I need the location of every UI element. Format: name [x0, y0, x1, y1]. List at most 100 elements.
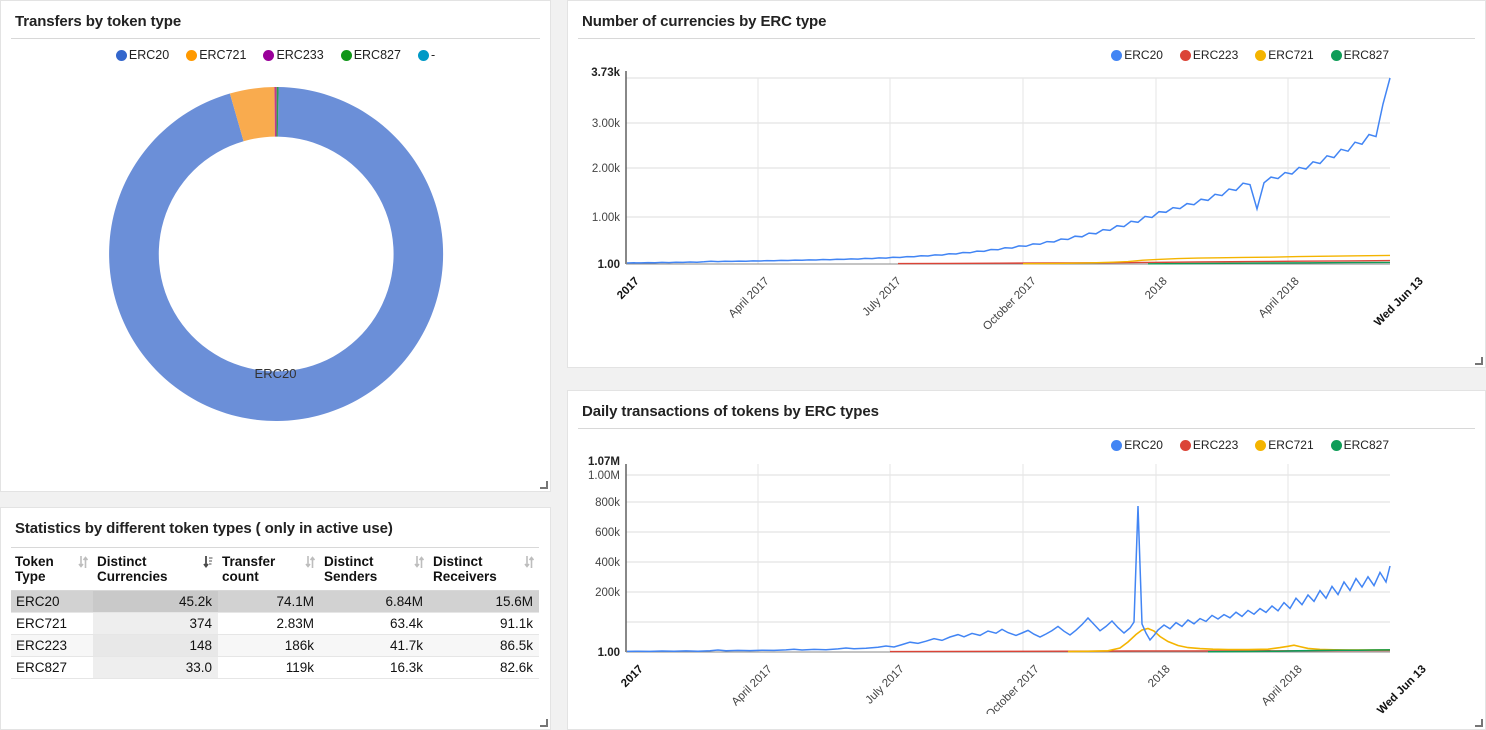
y-tick-1k: 1.00k: [592, 212, 620, 224]
y-tick-200k: 200k: [595, 587, 620, 599]
legend-label-erc827: ERC827: [1343, 48, 1389, 62]
svg-text:2018: 2018: [1143, 275, 1170, 302]
legend-dot-erc827: [1330, 439, 1342, 451]
y-tick-1m: 1.00M: [588, 470, 620, 482]
table-row[interactable]: ERC223 148 186k 41.7k 86.5k: [11, 634, 539, 657]
legend-dot-erc233: [263, 49, 275, 61]
table-header-row: Token Type Distinct Currencies Transfer …: [11, 547, 539, 591]
cell-token-type: ERC827: [11, 656, 93, 679]
cell-distinct-receivers: 15.6M: [429, 590, 539, 613]
cell-token-type: ERC721: [11, 612, 93, 635]
series-line-erc721[interactable]: [1067, 627, 1391, 653]
panel-statistics-by-token-type: Statistics by different token types ( on…: [0, 507, 551, 730]
legend-item-erc827[interactable]: ERC827: [1330, 438, 1389, 452]
legend-dot-erc20: [1111, 439, 1123, 451]
legend-item-erc721[interactable]: ERC721: [1255, 48, 1314, 62]
legend-dot-erc20: [1111, 49, 1123, 61]
legend-label-erc721: ERC721: [1268, 438, 1314, 452]
panel-transfers-by-token-type: Transfers by token type ERC20 ERC721 ERC…: [0, 0, 551, 492]
cell-transfer-count: 119k: [218, 656, 320, 679]
panel-title-transactions: Daily transactions of tokens by ERC type…: [582, 403, 879, 420]
cell-distinct-currencies: 45.2k: [93, 590, 218, 613]
legend-dot-erc223: [1179, 49, 1191, 61]
sort-icon-distinct-currencies-desc[interactable]: [203, 555, 213, 569]
panel-daily-transactions: Daily transactions of tokens by ERC type…: [567, 390, 1486, 730]
svg-text:2018: 2018: [1146, 663, 1173, 690]
column-label-transfer-count: Transfer count: [222, 554, 276, 584]
svg-text:April 2018: April 2018: [1257, 275, 1302, 320]
column-header-distinct-currencies[interactable]: Distinct Currencies: [93, 547, 218, 591]
y-tick-min: 1.00: [598, 647, 620, 659]
gridlines: [626, 474, 1390, 623]
transactions-legend: ERC20 ERC223 ERC721 ERC827: [568, 438, 1485, 452]
column-header-distinct-receivers[interactable]: Distinct Receivers: [429, 547, 539, 591]
panel-resize-handle[interactable]: [1473, 355, 1483, 365]
panel-resize-handle[interactable]: [1473, 717, 1483, 727]
panel-resize-handle[interactable]: [538, 717, 548, 727]
cell-distinct-receivers: 91.1k: [429, 612, 539, 635]
cell-transfer-count: 2.83M: [218, 612, 320, 635]
svg-text:Wed Jun 13: Wed Jun 13: [1375, 663, 1429, 714]
cell-distinct-receivers: 82.6k: [429, 656, 539, 679]
legend-item-erc20[interactable]: ERC20: [115, 48, 169, 62]
column-header-distinct-senders[interactable]: Distinct Senders: [320, 547, 429, 591]
sort-icon-distinct-senders[interactable]: [414, 555, 424, 569]
gridlines: [626, 77, 1390, 218]
cell-distinct-senders: 16.3k: [320, 656, 429, 679]
series-line-erc20[interactable]: [626, 505, 1391, 653]
table-row[interactable]: ERC721 374 2.83M 63.4k 91.1k: [11, 612, 539, 635]
legend-item-erc233[interactable]: ERC233: [263, 48, 324, 62]
divider: [578, 38, 1475, 39]
cell-transfer-count: 186k: [218, 634, 320, 657]
y-tick-max: 1.07M: [588, 456, 620, 468]
x-axis-labels: 2017 April 2017 July 2017 October 2017 2…: [619, 663, 1429, 714]
legend-label-erc721: ERC721: [199, 48, 247, 62]
legend-item-erc20[interactable]: ERC20: [1111, 48, 1163, 62]
currencies-line-chart[interactable]: 3.73k 3.00k 2.00k 1.00k 1.00 2017 April …: [568, 64, 1486, 344]
legend-label-erc223: ERC223: [1192, 48, 1239, 62]
series-line-erc20[interactable]: [626, 77, 1391, 264]
y-tick-400k: 400k: [595, 557, 620, 569]
y-tick-2k: 2.00k: [592, 163, 620, 175]
legend-item-erc721[interactable]: ERC721: [1255, 438, 1314, 452]
column-label-distinct-receivers: Distinct Receivers: [433, 554, 497, 584]
legend-item-erc827[interactable]: ERC827: [1330, 48, 1389, 62]
sort-icon-token-type[interactable]: [78, 555, 88, 569]
sort-icon-transfer-count[interactable]: [305, 555, 315, 569]
transactions-line-chart[interactable]: 1.07M 1.00M 800k 600k 400k 200k 1.00 201…: [568, 454, 1486, 714]
panel-title-statistics: Statistics by different token types ( on…: [15, 520, 393, 537]
panel-resize-handle[interactable]: [538, 479, 548, 489]
legend-item-erc20[interactable]: ERC20: [1111, 438, 1163, 452]
legend-item-other[interactable]: -: [417, 48, 435, 62]
svg-text:July 2017: July 2017: [860, 275, 903, 318]
legend-label-erc223: ERC223: [1192, 438, 1239, 452]
legend-dot-erc721: [1255, 49, 1267, 61]
statistics-table[interactable]: Token Type Distinct Currencies Transfer …: [11, 547, 539, 679]
table-row[interactable]: ERC20 45.2k 74.1M 6.84M 15.6M: [11, 590, 539, 613]
donut-chart[interactable]: ERC20: [1, 62, 550, 462]
donut-chart-svg[interactable]: [1, 62, 551, 462]
legend-item-erc223[interactable]: ERC223: [1179, 438, 1239, 452]
column-header-transfer-count[interactable]: Transfer count: [218, 547, 320, 591]
cell-distinct-currencies: 374: [93, 612, 218, 635]
cell-distinct-senders: 6.84M: [320, 590, 429, 613]
donut-slice-label: ERC20: [254, 366, 297, 381]
legend-dot-erc223: [1179, 439, 1191, 451]
x-axis-labels: 2017 April 2017 July 2017 October 2017 2…: [615, 275, 1426, 333]
sort-icon-distinct-receivers[interactable]: [524, 555, 534, 569]
legend-dot-other: [417, 49, 429, 61]
y-tick-3k: 3.00k: [592, 118, 620, 130]
column-header-token-type[interactable]: Token Type: [11, 547, 93, 591]
table-row[interactable]: ERC827 33.0 119k 16.3k 82.6k: [11, 656, 539, 679]
legend-label-erc721: ERC721: [1268, 48, 1314, 62]
legend-label-erc827: ERC827: [1343, 438, 1389, 452]
panel-title-transfers: Transfers by token type: [15, 13, 182, 30]
column-label-distinct-currencies: Distinct Currencies: [97, 554, 168, 584]
cell-distinct-senders: 63.4k: [320, 612, 429, 635]
legend-item-erc721[interactable]: ERC721: [186, 48, 246, 62]
y-tick-max: 3.73k: [591, 67, 620, 79]
vertical-gridlines: [757, 464, 1289, 652]
svg-text:April 2018: April 2018: [1260, 663, 1305, 708]
legend-item-erc827[interactable]: ERC827: [340, 48, 401, 62]
legend-item-erc223[interactable]: ERC223: [1179, 48, 1239, 62]
